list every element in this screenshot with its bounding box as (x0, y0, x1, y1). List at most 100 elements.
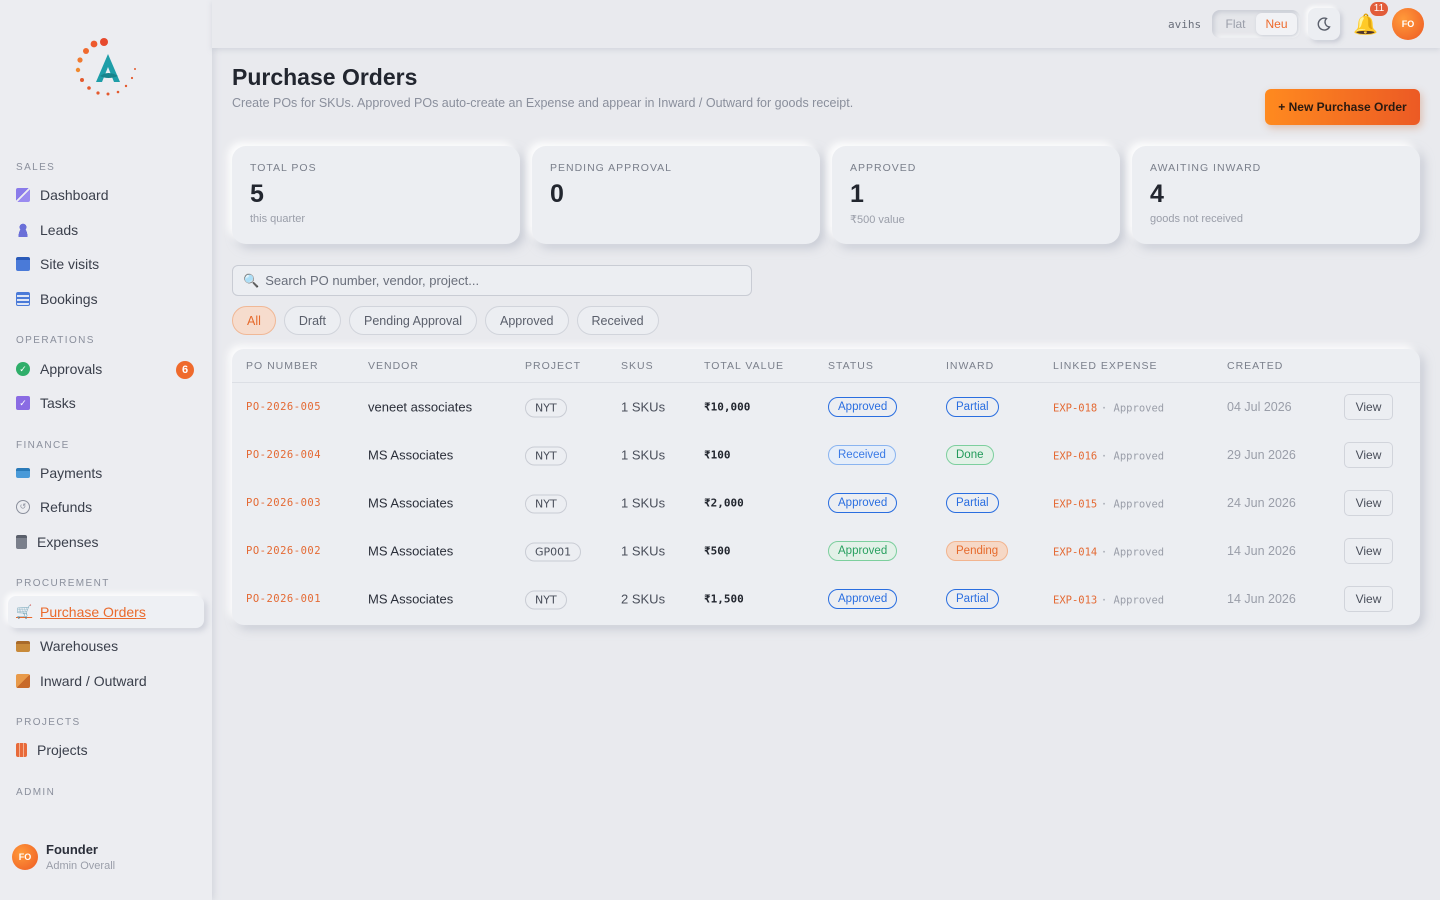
theme-style-toggle[interactable]: Flat Neu (1212, 10, 1300, 38)
toggle-neu[interactable]: Neu (1256, 13, 1297, 35)
sku-count: 1 SKUs (621, 399, 666, 415)
stat-card-pending-approval: PENDING APPROVAL 0 (532, 146, 820, 244)
sidebar-item-projects[interactable]: Projects (8, 734, 204, 766)
view-button[interactable]: View (1344, 586, 1393, 612)
created-date: 14 Jun 2026 (1227, 592, 1296, 606)
cart-icon: 🛒 (16, 604, 33, 619)
filter-pending-approval[interactable]: Pending Approval (349, 306, 477, 335)
created-date: 29 Jun 2026 (1227, 448, 1296, 462)
table-row[interactable]: PO-2026-002 MS Associates GP001 1 SKUs ₹… (232, 527, 1420, 575)
sidebar-item-label: Dashboard (40, 187, 109, 203)
filter-all[interactable]: All (232, 306, 276, 335)
table-row[interactable]: PO-2026-003 MS Associates NYT 1 SKUs ₹2,… (232, 479, 1420, 527)
table-row[interactable]: PO-2026-005 veneet associates NYT 1 SKUs… (232, 383, 1420, 431)
po-number-link[interactable]: PO-2026-004 (246, 449, 321, 461)
new-purchase-order-button[interactable]: + New Purchase Order (1265, 89, 1420, 125)
person-icon (16, 223, 30, 237)
expense-status: · Approved (1100, 594, 1165, 607)
col-vendor: VENDOR (368, 360, 419, 372)
approvals-count-badge: 6 (176, 361, 194, 379)
po-number-link[interactable]: PO-2026-005 (246, 401, 321, 413)
vendor-name: MS Associates (368, 543, 454, 559)
sidebar-item-site-visits[interactable]: Site visits (8, 248, 204, 280)
sidebar-item-label: Site visits (40, 256, 100, 272)
sidebar-item-tasks[interactable]: ✓ Tasks (8, 387, 204, 419)
checkbox-icon: ✓ (16, 396, 30, 410)
expense-link[interactable]: EXP-015 (1053, 499, 1097, 511)
filter-approved[interactable]: Approved (485, 306, 569, 335)
search-box[interactable]: 🔍 (232, 265, 752, 296)
brand-logo (75, 38, 136, 96)
view-button[interactable]: View (1344, 442, 1393, 468)
filter-draft[interactable]: Draft (283, 306, 341, 335)
sidebar-item-inward-outward[interactable]: Inward / Outward (8, 665, 204, 697)
section-operations: OPERATIONS (16, 335, 95, 346)
col-po-number: PO NUMBER (246, 360, 319, 372)
warehouse-icon (16, 640, 30, 652)
view-button[interactable]: View (1344, 490, 1393, 516)
sku-count: 1 SKUs (621, 495, 666, 511)
sidebar-item-warehouses[interactable]: Warehouses (8, 630, 204, 662)
sku-count: 2 SKUs (621, 591, 666, 607)
inward-badge: Partial (946, 589, 999, 609)
po-number-link[interactable]: PO-2026-001 (246, 593, 321, 605)
sidebar-item-label: Approvals (40, 361, 103, 377)
toggle-flat[interactable]: Flat (1215, 13, 1256, 35)
sidebar-item-label: Inward / Outward (40, 673, 147, 689)
section-sales: SALES (16, 162, 56, 173)
sidebar-item-refunds[interactable]: ↺ Refunds (8, 491, 204, 523)
po-number-link[interactable]: PO-2026-002 (246, 545, 321, 557)
filter-chips: All Draft Pending Approval Approved Rece… (232, 306, 659, 335)
sidebar-item-label: Expenses (37, 534, 99, 550)
sidebar-item-leads[interactable]: Leads (8, 214, 204, 246)
stat-value: 4 (1150, 180, 1164, 208)
expense-link[interactable]: EXP-018 (1053, 403, 1097, 415)
total-value: ₹100 (704, 448, 731, 462)
sidebar-item-approvals[interactable]: ✓ Approvals 6 (8, 353, 204, 385)
dark-mode-button[interactable] (1308, 8, 1340, 40)
stat-sub: goods not received (1150, 213, 1243, 225)
vendor-name: MS Associates (368, 591, 454, 607)
table-row[interactable]: PO-2026-001 MS Associates NYT 2 SKUs ₹1,… (232, 575, 1420, 623)
total-value: ₹1,500 (704, 592, 744, 606)
view-button[interactable]: View (1344, 538, 1393, 564)
stat-label: PENDING APPROVAL (550, 162, 673, 174)
expense-link[interactable]: EXP-014 (1053, 547, 1097, 559)
topbar: avihs Flat Neu 🔔 11 FO (212, 0, 1440, 48)
sidebar-item-payments[interactable]: Payments (8, 457, 204, 489)
total-value: ₹2,000 (704, 496, 744, 510)
sku-count: 1 SKUs (621, 543, 666, 559)
building-icon (16, 743, 27, 757)
avatar[interactable]: FO (1392, 8, 1424, 40)
stat-card-total-pos: TOTAL POS 5 this quarter (232, 146, 520, 244)
stat-value: 0 (550, 180, 564, 208)
project-tag: NYT (525, 446, 567, 466)
created-date: 04 Jul 2026 (1227, 400, 1292, 414)
expense-link[interactable]: EXP-013 (1053, 595, 1097, 607)
project-tag: NYT (525, 590, 567, 610)
expense-link[interactable]: EXP-016 (1053, 451, 1097, 463)
view-button[interactable]: View (1344, 394, 1393, 420)
sidebar-item-bookings[interactable]: Bookings (8, 283, 204, 315)
po-number-link[interactable]: PO-2026-003 (246, 497, 321, 509)
search-input[interactable] (265, 273, 746, 288)
project-tag: GP001 (525, 542, 582, 562)
expense-status: · Approved (1100, 498, 1165, 511)
status-badge: Approved (828, 397, 898, 417)
sidebar-user[interactable]: FO Founder Admin Overall (12, 842, 115, 872)
stat-value: 5 (250, 180, 264, 208)
sidebar-item-purchase-orders[interactable]: 🛒 Purchase Orders (8, 596, 204, 628)
status-badge: Approved (828, 589, 898, 609)
table-row[interactable]: PO-2026-004 MS Associates NYT 1 SKUs ₹10… (232, 431, 1420, 479)
total-value: ₹500 (704, 544, 731, 558)
sidebar-item-dashboard[interactable]: Dashboard (8, 179, 204, 211)
sidebar: SALES Dashboard Leads Site visits Bookin… (0, 0, 212, 900)
filter-received[interactable]: Received (576, 306, 659, 335)
project-tag: NYT (525, 494, 567, 514)
vendor-name: veneet associates (368, 399, 473, 415)
sidebar-item-expenses[interactable]: Expenses (8, 526, 204, 558)
sidebar-item-label: Purchase Orders (40, 604, 146, 620)
search-icon: 🔍 (243, 272, 260, 288)
stat-value: 1 (850, 180, 864, 208)
sidebar-item-label: Projects (37, 742, 88, 758)
